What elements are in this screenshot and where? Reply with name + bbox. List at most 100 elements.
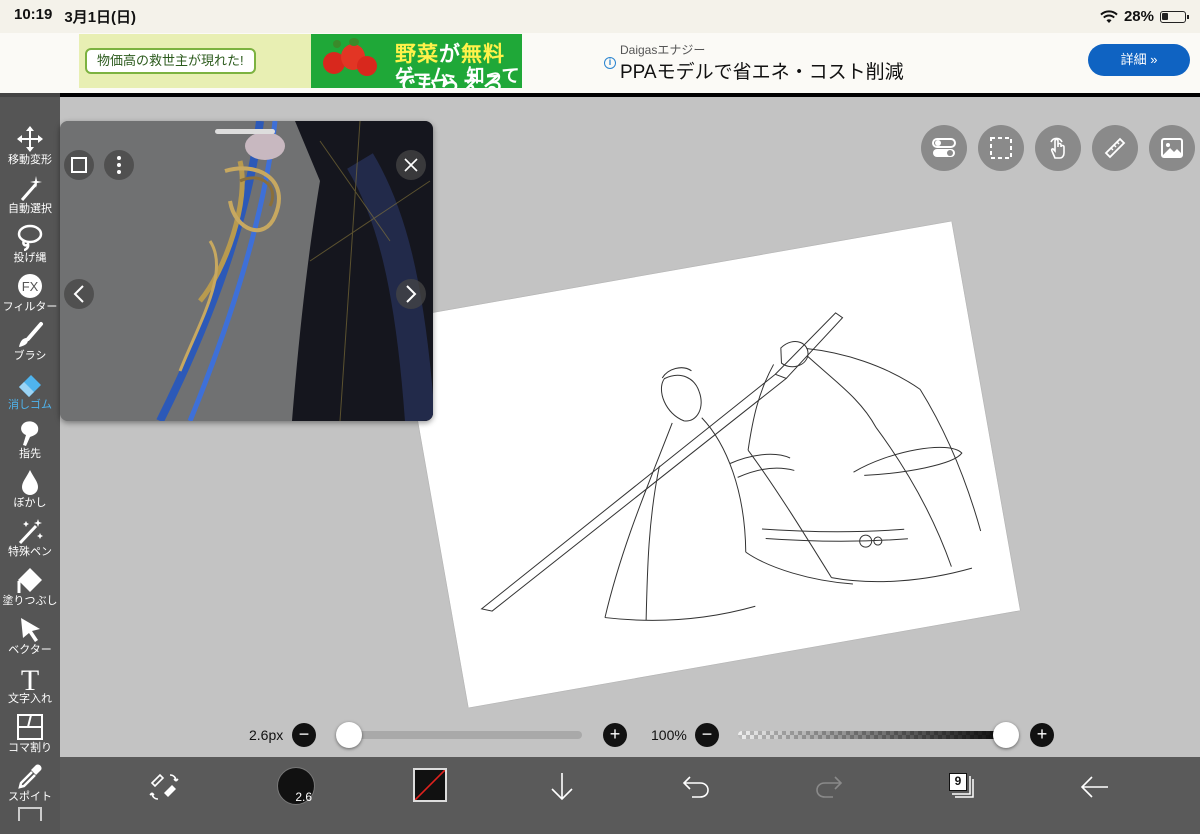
ad-tagline: 物価高の救世主が現れた! xyxy=(85,48,256,74)
next-image-button[interactable] xyxy=(396,279,426,309)
square-icon xyxy=(71,157,87,173)
tool-lasso[interactable]: 投げ縄 xyxy=(0,221,60,270)
color-picker-button[interactable] xyxy=(413,768,447,802)
ad-details-button[interactable]: 詳細 » xyxy=(1088,44,1190,76)
selection-button[interactable] xyxy=(978,125,1024,171)
window-menu-button[interactable] xyxy=(104,150,134,180)
tool-auto-select[interactable]: 自動選択 xyxy=(0,172,60,221)
reference-image-window[interactable] xyxy=(60,121,433,421)
ad-vegetable-game[interactable]: 物価高の救世主が現れた! 野菜が無料でもらえる ゲーム、知ってる? xyxy=(79,34,522,88)
tool-label: ベクター xyxy=(8,644,52,656)
opacity-thumb[interactable] xyxy=(993,722,1019,748)
brush-size-indicator[interactable]: 2.6 xyxy=(277,767,315,805)
drawing-canvas[interactable] xyxy=(399,221,1021,708)
dashed-selection-icon xyxy=(990,137,1012,159)
size-increase-button[interactable]: + xyxy=(603,723,627,747)
window-mode-button[interactable] xyxy=(64,150,94,180)
more-vertical-icon xyxy=(117,156,121,174)
status-bar: 10:19 3月1日(日) 28% xyxy=(0,0,1200,33)
toggle-settings-button[interactable] xyxy=(921,125,967,171)
move-icon xyxy=(17,126,43,152)
magic-wand-icon xyxy=(20,176,42,201)
tool-label: 自動選択 xyxy=(8,203,52,215)
lasso-icon xyxy=(17,224,43,251)
fill-bucket-icon xyxy=(17,568,42,593)
status-time: 10:19 xyxy=(14,6,53,23)
tool-label: スポイト xyxy=(8,791,52,803)
svg-text:T: T xyxy=(21,664,39,692)
panel-divide-icon xyxy=(17,714,43,740)
opacity-increase-button[interactable]: + xyxy=(1030,723,1054,747)
tool-label: 移動変形 xyxy=(8,154,52,166)
brush-size-slider[interactable] xyxy=(338,731,582,739)
brush-size-value: 2.6 xyxy=(295,790,312,804)
opacity-slider[interactable] xyxy=(738,731,1018,739)
toggle-icon xyxy=(932,138,956,157)
tool-more-indicator xyxy=(18,807,42,821)
ad-sponsor: Daigasエナジー xyxy=(620,43,706,57)
tool-label: 文字入れ xyxy=(8,693,52,705)
tool-vector[interactable]: ベクター xyxy=(0,613,60,662)
vector-cursor-icon xyxy=(21,618,40,642)
layers-button[interactable]: 9 xyxy=(948,772,974,798)
touch-gesture-button[interactable] xyxy=(1035,125,1081,171)
previous-image-button[interactable] xyxy=(64,279,94,309)
ruler-button[interactable] xyxy=(1092,125,1138,171)
window-drag-handle[interactable] xyxy=(215,129,275,134)
tool-eraser[interactable]: 消しゴム xyxy=(0,368,60,417)
fx-icon: FX xyxy=(18,274,42,298)
tool-label: ぼかし xyxy=(13,497,47,509)
image-material-button[interactable] xyxy=(1149,125,1195,171)
redo-button[interactable] xyxy=(815,775,843,799)
brush-swap-button[interactable] xyxy=(148,771,180,803)
tool-label: フィルター xyxy=(2,301,58,313)
ad-info-icon[interactable]: i xyxy=(604,57,616,69)
tool-label: 指先 xyxy=(19,448,41,460)
bottom-toolbar: 2.6 9 xyxy=(60,757,1200,834)
ad-banner-area: 物価高の救世主が現れた! 野菜が無料でもらえる ゲーム、知ってる? i Daig… xyxy=(0,33,1200,93)
undo-button[interactable] xyxy=(682,775,710,799)
tool-label: コマ割り xyxy=(8,742,52,754)
battery-percent: 28% xyxy=(1123,8,1154,25)
tool-finger[interactable]: 指先 xyxy=(0,417,60,466)
blur-drop-icon xyxy=(22,470,38,495)
chevron-right-icon xyxy=(406,285,417,303)
opacity-decrease-button[interactable]: − xyxy=(695,723,719,747)
size-decrease-button[interactable]: − xyxy=(292,723,316,747)
close-icon xyxy=(404,158,418,172)
tool-label: 特殊ペン xyxy=(8,546,52,558)
tool-label: 塗りつぶし xyxy=(2,595,58,607)
hand-touch-icon xyxy=(1050,137,1065,159)
eyedropper-icon xyxy=(18,764,42,789)
tool-panel-divide[interactable]: コマ割り xyxy=(0,711,60,760)
brush-size-label: 2.6px xyxy=(249,727,284,743)
status-date: 3月1日(日) xyxy=(64,9,137,26)
window-close-button[interactable] xyxy=(396,150,426,180)
finger-icon xyxy=(21,421,39,446)
tool-move-transform[interactable]: 移動変形 xyxy=(0,123,60,172)
ruler-icon xyxy=(1104,137,1126,159)
tool-special-pen[interactable]: 特殊ペン xyxy=(0,515,60,564)
tool-brush[interactable]: ブラシ xyxy=(0,319,60,368)
image-icon xyxy=(1161,138,1183,158)
layer-count: 9 xyxy=(949,773,967,791)
tool-eyedropper[interactable]: スポイト xyxy=(0,760,60,809)
tool-fill[interactable]: 塗りつぶし xyxy=(0,564,60,613)
save-download-button[interactable] xyxy=(550,771,574,803)
lineart-sketch xyxy=(480,312,982,621)
tool-text[interactable]: T 文字入れ xyxy=(0,662,60,711)
tool-label: 消しゴム xyxy=(8,399,52,411)
redo-icon xyxy=(816,776,843,798)
color-swatch-icon xyxy=(415,770,445,800)
ad-headline: PPAモデルで省エネ・コスト削減 xyxy=(620,62,904,83)
ad-energy[interactable]: i Daigasエナジー PPAモデルで省エネ・コスト削減 詳細 » xyxy=(600,33,1200,93)
brush-size-thumb[interactable] xyxy=(336,722,362,748)
back-button[interactable] xyxy=(1080,775,1110,799)
tool-palette: 移動変形 自動選択 投げ縄 FX フィルター ブラシ 消しゴム 指先 ぼかし 特… xyxy=(0,93,60,834)
vegetable-illustration-icon xyxy=(319,38,381,82)
tool-filter[interactable]: FX フィルター xyxy=(0,270,60,319)
opacity-label: 100% xyxy=(651,727,687,743)
text-icon: T xyxy=(21,664,39,692)
tool-blur[interactable]: ぼかし xyxy=(0,466,60,515)
special-pen-icon xyxy=(18,519,43,545)
